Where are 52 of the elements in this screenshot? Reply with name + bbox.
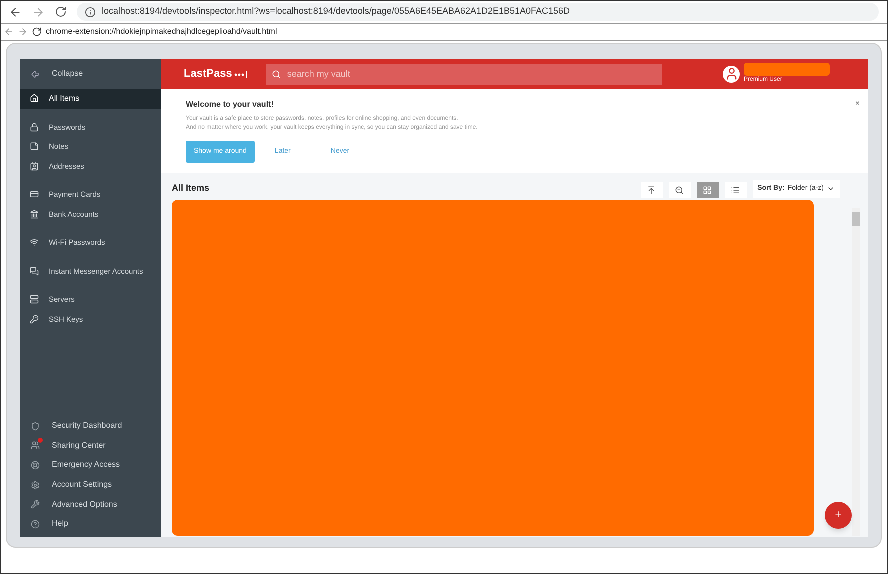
add-button[interactable]: + [825,502,852,529]
zoom-out-icon [675,186,684,194]
zoom-out-button[interactable] [668,182,691,198]
sidebar-item[interactable]: All Items [20,89,161,108]
arrow-left-icon [31,70,40,78]
lock-icon [30,122,39,132]
sidebar-item[interactable]: Security Dashboard [20,416,161,436]
sidebar-item[interactable]: Help [20,514,161,534]
shield-icon [31,422,40,431]
sidebar-item[interactable]: Account Settings [20,475,161,495]
sidebar-item[interactable]: Sharing Center [20,436,161,456]
bank-icon [30,210,39,219]
close-button[interactable]: × [855,99,860,109]
key-icon [30,314,39,324]
people-icon [31,441,40,450]
scroll-top-button[interactable] [640,182,663,198]
logo-dots-drawing [234,70,248,78]
settings-icon [31,480,40,490]
back-icon[interactable] [9,6,22,18]
avatar[interactable] [723,66,740,82]
info-icon[interactable] [85,6,96,18]
search-icon [272,70,282,78]
grid-view-button[interactable] [696,182,719,198]
scrollbar[interactable] [852,208,860,536]
list-icon [731,186,740,194]
credit-card-icon [30,190,39,200]
inner-address-url[interactable]: chrome-extension://hdokiejnpimakedhajhdlcegeplioahd/vault.html [46,26,278,38]
server-icon [30,295,39,304]
wifi-icon [30,238,39,248]
user-icon [724,67,738,81]
grid-icon [703,186,712,194]
home-icon [30,94,39,104]
note-icon [30,142,39,152]
collapse-button[interactable]: Collapse [20,59,161,89]
search-field[interactable]: search my vault [266,64,662,84]
lifebuoy-icon [31,460,40,470]
list-view-button[interactable] [724,182,747,198]
welcome-title: Welcome to your vault! [186,99,275,111]
reload-icon[interactable] [55,6,67,18]
caret-icon [827,185,835,193]
section-title: All Items [172,182,210,194]
reload-icon[interactable] [32,27,42,37]
help-icon [31,520,40,529]
chat-bubbles-icon [30,266,39,276]
scroll-top-icon [647,186,656,194]
logo: LastPass [184,66,232,82]
contact-card-icon [30,162,39,171]
forward-icon[interactable] [18,27,28,37]
sidebar-item[interactable]: Advanced Options [20,494,161,514]
forward-icon[interactable] [32,6,45,18]
sidebar-item[interactable]: Emergency Access [20,456,161,476]
wrench-icon [31,500,40,510]
